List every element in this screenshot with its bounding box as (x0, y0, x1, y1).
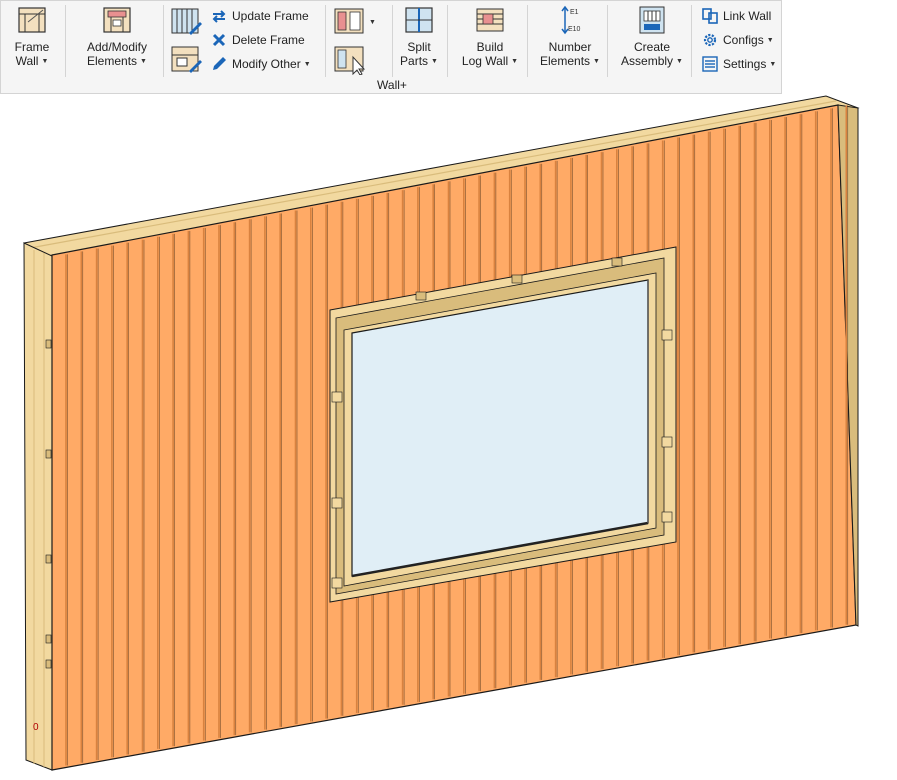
split-parts-label-2: Parts ▼ (400, 54, 438, 68)
log-wall-icon (476, 8, 504, 32)
ribbon-group-label: Wall+ (377, 78, 407, 92)
create-assembly-icon (639, 6, 665, 34)
add-modify-elements-button[interactable]: Add/Modify Elements ▼ (77, 5, 157, 69)
header-block (511, 274, 523, 284)
wall-modify-tile-icon[interactable] (171, 45, 203, 75)
split-parts-button[interactable]: Split Parts ▼ (399, 5, 439, 69)
build-log-wall-label-1: Build (476, 40, 504, 54)
header-block (611, 257, 623, 267)
delete-frame-label: Delete Frame (232, 33, 305, 47)
build-log-wall-label-2: Log Wall ▼ (461, 54, 519, 68)
link-icon (702, 8, 718, 24)
build-log-wall-button[interactable]: Build Log Wall ▼ (459, 5, 521, 69)
e10-text: E10 (568, 26, 581, 33)
add-modify-label-1: Add/Modify (86, 40, 148, 54)
side-block (661, 329, 673, 341)
header-block (415, 291, 427, 301)
gear-icon (703, 33, 717, 47)
wall-cladding-tile-icon[interactable] (171, 7, 203, 37)
viewport-3d[interactable]: 0 (0, 94, 897, 780)
create-assembly-button[interactable]: Create Assembly ▼ (619, 5, 685, 69)
ribbon-toolbar: Frame Wall ▼ Add/Modify Elements ▼ Updat… (0, 0, 782, 94)
dropdown-arrow-icon: ▼ (511, 57, 519, 65)
settings-button[interactable]: Settings ▼ (701, 54, 776, 74)
configs-button[interactable]: Configs ▼ (701, 30, 774, 50)
side-block (661, 436, 673, 448)
side-block (661, 511, 673, 523)
dropdown-arrow-icon: ▼ (676, 57, 683, 65)
dropdown-arrow-icon: ▼ (41, 57, 49, 65)
dropdown-arrow-icon: ▼ (431, 57, 438, 65)
end-block (45, 659, 52, 669)
link-wall-label: Link Wall (723, 9, 772, 23)
origin-marker: 0 (33, 722, 39, 733)
dropdown-arrow-icon: ▼ (766, 36, 774, 44)
wall-panel-dropdown-button[interactable]: ▼ (334, 7, 376, 37)
settings-list-icon (702, 56, 718, 72)
dropdown-arrow-icon: ▼ (769, 60, 777, 68)
number-elements-button[interactable]: E1 E10 Number Elements ▼ (539, 5, 601, 69)
pencil-icon (213, 57, 226, 70)
create-assembly-label-1: Create (633, 40, 671, 54)
number-elements-label-1: Number (548, 40, 592, 54)
split-parts-icon (405, 7, 433, 33)
side-block (331, 577, 343, 589)
delete-x-icon (212, 33, 226, 47)
modify-other-button[interactable]: Modify Other ▼ (210, 54, 311, 74)
wall-panel-tile-icon (334, 8, 364, 34)
add-modify-elements-icon (103, 7, 131, 33)
dropdown-arrow-icon: ▼ (369, 18, 376, 26)
number-elements-label-2: Elements ▼ (540, 54, 600, 68)
select-element-tile-icon[interactable] (334, 45, 366, 75)
split-parts-label-1: Split (407, 40, 431, 54)
frame-wall-icon (18, 7, 46, 33)
settings-label: Settings (723, 57, 767, 71)
add-modify-label-2: Elements ▼ (87, 54, 147, 68)
update-arrows-icon (212, 10, 226, 23)
end-block (45, 634, 52, 644)
e1-text: E1 (570, 9, 579, 16)
dropdown-arrow-icon: ▼ (593, 57, 600, 65)
wall-end (23, 242, 53, 771)
configs-label: Configs (723, 33, 764, 47)
update-frame-label: Update Frame (232, 9, 309, 23)
side-block (331, 391, 343, 403)
delete-frame-button[interactable]: Delete Frame (210, 30, 305, 50)
end-block (45, 339, 52, 349)
update-frame-button[interactable]: Update Frame (210, 6, 309, 26)
side-block (331, 497, 343, 509)
end-block (45, 449, 52, 459)
number-elements-icon: E1 E10 (561, 5, 581, 35)
frame-wall-label-2: Wall ▼ (15, 54, 49, 68)
dropdown-arrow-icon: ▼ (140, 57, 147, 65)
end-block (45, 554, 52, 564)
frame-wall-label-1: Frame (14, 40, 50, 54)
dropdown-arrow-icon: ▼ (303, 60, 311, 68)
wall-model[interactable] (23, 95, 860, 771)
modify-other-label: Modify Other (232, 57, 301, 71)
frame-wall-button[interactable]: Frame Wall ▼ (9, 5, 55, 69)
create-assembly-label-2: Assembly ▼ (621, 54, 683, 68)
link-wall-button[interactable]: Link Wall (701, 6, 771, 26)
